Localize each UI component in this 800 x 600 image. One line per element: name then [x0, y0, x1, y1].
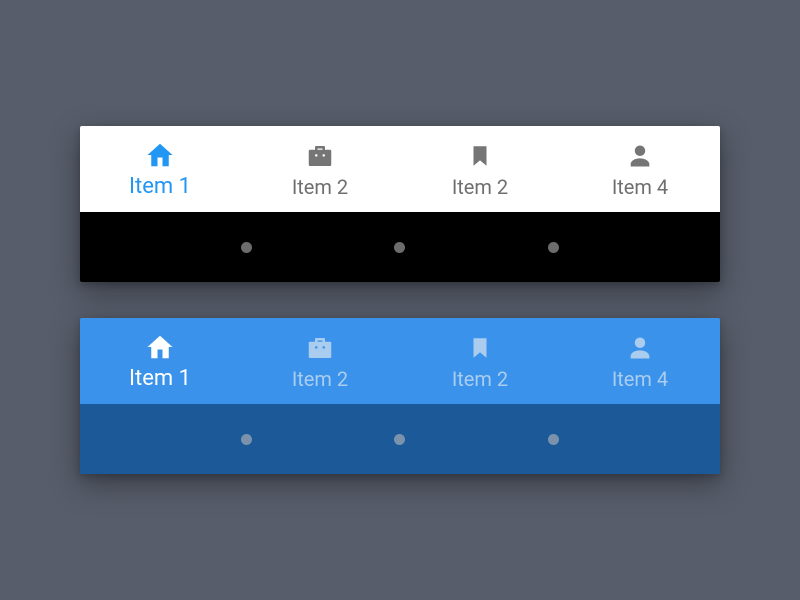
home-icon	[144, 140, 176, 170]
user-icon	[626, 141, 654, 171]
tab-item-2[interactable]: Item 2	[240, 318, 400, 404]
pager-dots-light	[80, 212, 720, 282]
tab-item-4[interactable]: Item 4	[560, 318, 720, 404]
tab-item-1[interactable]: Item 1	[80, 318, 240, 404]
pager-dot[interactable]	[394, 434, 405, 445]
pager-dots-blue	[80, 404, 720, 474]
tab-label: Item 1	[129, 368, 191, 390]
tab-label: Item 2	[452, 369, 508, 389]
bookmark-icon	[467, 333, 493, 363]
bookmark-icon	[467, 141, 493, 171]
tab-label: Item 1	[129, 176, 191, 198]
tab-item-3[interactable]: Item 2	[400, 318, 560, 404]
home-icon	[144, 332, 176, 362]
user-icon	[626, 333, 654, 363]
pager-dot[interactable]	[548, 434, 559, 445]
tab-label: Item 2	[452, 177, 508, 197]
tab-item-4[interactable]: Item 4	[560, 126, 720, 212]
tabbar-card-light: Item 1 Item 2 Item 2 Item 4	[80, 126, 720, 282]
tab-label: Item 2	[292, 177, 348, 197]
tab-label: Item 4	[612, 369, 668, 389]
tab-label: Item 4	[612, 177, 668, 197]
pager-dot[interactable]	[548, 242, 559, 253]
briefcase-icon	[304, 333, 336, 363]
briefcase-icon	[304, 141, 336, 171]
tab-label: Item 2	[292, 369, 348, 389]
tabbar-blue: Item 1 Item 2 Item 2 Item 4	[80, 318, 720, 404]
pager-dot[interactable]	[241, 434, 252, 445]
tabbar-light: Item 1 Item 2 Item 2 Item 4	[80, 126, 720, 212]
pager-dot[interactable]	[394, 242, 405, 253]
tab-item-3[interactable]: Item 2	[400, 126, 560, 212]
tabbar-card-blue: Item 1 Item 2 Item 2 Item 4	[80, 318, 720, 474]
tab-item-1[interactable]: Item 1	[80, 126, 240, 212]
tab-item-2[interactable]: Item 2	[240, 126, 400, 212]
pager-dot[interactable]	[241, 242, 252, 253]
